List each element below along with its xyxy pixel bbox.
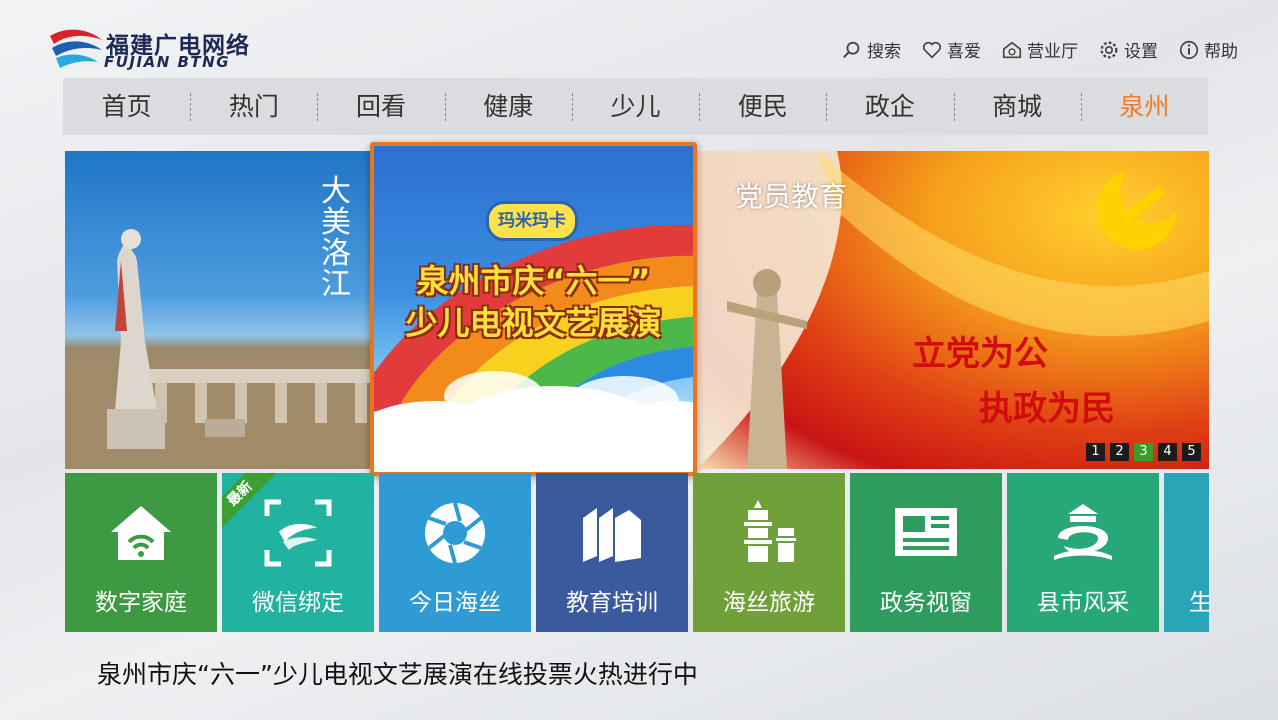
- carousel-pager: 1 2 3 4 5: [1086, 443, 1201, 461]
- logo-wing-icon: [50, 29, 102, 68]
- home-wifi-icon: [111, 506, 171, 560]
- title-char: 洛: [321, 236, 351, 271]
- title-char: 江: [321, 267, 351, 302]
- pagoda-icon: [744, 500, 796, 562]
- nav-home[interactable]: 首页: [63, 78, 190, 135]
- tile-wechat-bind[interactable]: 最新 微信绑定: [222, 473, 374, 632]
- party-slogan-line1: 立党为公: [912, 334, 1048, 374]
- tile-maritime-silk-travel[interactable]: 海丝旅游: [693, 473, 845, 632]
- gear-icon: [1100, 41, 1118, 58]
- featured-caption: 泉州市庆“六一”少儿电视文艺展演在线投票火热进行中: [97, 660, 698, 689]
- aperture-icon: [425, 502, 485, 564]
- help-label: 帮助: [1204, 42, 1238, 62]
- nav-hot[interactable]: 热门: [190, 78, 317, 135]
- service-hall-label: 营业厅: [1027, 42, 1078, 62]
- banner-panel-party-education[interactable]: 党员教育 立党为公 执政为民 1 2 3 4 5: [697, 151, 1209, 469]
- party-education-tag: 党员教育: [735, 180, 848, 213]
- settings-label: 设置: [1124, 42, 1158, 62]
- favorites-link[interactable]: 喜爱: [921, 37, 981, 62]
- hall-icon: [1002, 41, 1022, 58]
- nav-government[interactable]: 政企: [826, 78, 953, 135]
- tile-label: 生: [1189, 590, 1209, 616]
- title-char: 大: [321, 174, 351, 209]
- tile-label: 政务视窗: [880, 590, 972, 616]
- banner-panel-luojiang[interactable]: 大 美 洛 江: [65, 151, 371, 469]
- show-title-line2: 少儿电视文艺展演: [405, 304, 662, 342]
- main-nav: 首页 热门 回看 健康 少儿 便民 政企 商城 泉州: [63, 78, 1208, 135]
- nav-replay[interactable]: 回看: [317, 78, 444, 135]
- help-link[interactable]: 帮助: [1178, 37, 1238, 62]
- pager-dot[interactable]: 4: [1158, 443, 1177, 461]
- tile-education-training[interactable]: 教育培训: [536, 473, 688, 632]
- pager-dot[interactable]: 2: [1110, 443, 1129, 461]
- tile-label: 微信绑定: [252, 590, 344, 616]
- nav-mall[interactable]: 商城: [953, 78, 1081, 135]
- banner-luojiang-title: 大 美 洛 江: [319, 176, 353, 300]
- tile-label: 教育培训: [566, 590, 658, 616]
- pager-dot-active[interactable]: 3: [1134, 443, 1153, 461]
- featured-kids-show-card[interactable]: 玛米玛卡 泉州市庆“六一” 少儿电视文艺展演: [370, 142, 697, 476]
- news-icon: [895, 508, 957, 556]
- tile-label: 今日海丝: [409, 590, 501, 616]
- nav-quanzhou[interactable]: 泉州: [1080, 78, 1208, 135]
- pager-dot[interactable]: 1: [1086, 443, 1105, 461]
- info-icon: [1179, 40, 1199, 59]
- tile-digital-home[interactable]: 数字家庭: [65, 473, 217, 632]
- service-hall-link[interactable]: 营业厅: [1001, 37, 1078, 62]
- show-title-line1: 泉州市庆“六一”: [416, 262, 651, 300]
- logo-english: FUJIAN BTNG: [104, 53, 231, 71]
- nav-kids[interactable]: 少儿: [571, 78, 699, 135]
- category-tiles: 数字家庭 最新 微信绑定 今日海丝 教育培训 海丝旅游 政务视窗 县市风采 生: [65, 473, 1209, 632]
- search-label: 搜索: [867, 42, 901, 62]
- scan-icon: [264, 499, 332, 567]
- party-slogan-line2: 执政为民: [979, 389, 1115, 429]
- nav-services[interactable]: 便民: [699, 78, 826, 135]
- heart-icon: [922, 41, 942, 59]
- landmark-icon: [1054, 504, 1112, 560]
- nav-health[interactable]: 健康: [444, 78, 572, 135]
- tile-today-maritime-silk[interactable]: 今日海丝: [379, 473, 531, 632]
- show-brand-logo: 玛米玛卡: [486, 201, 578, 241]
- search-link[interactable]: 搜索: [841, 37, 901, 62]
- title-char: 美: [321, 205, 351, 240]
- search-icon: [843, 41, 860, 58]
- settings-link[interactable]: 设置: [1098, 37, 1158, 62]
- tile-partial-next[interactable]: 生: [1164, 473, 1209, 632]
- tile-label: 县市风采: [1037, 590, 1129, 616]
- brand-logo: 福建广电网络 FUJIAN BTNG: [48, 22, 278, 72]
- tile-government-window[interactable]: 政务视窗: [850, 473, 1002, 632]
- favorites-label: 喜爱: [947, 42, 981, 62]
- pager-dot[interactable]: 5: [1182, 443, 1201, 461]
- books-icon: [583, 508, 641, 562]
- top-links: 搜索 喜爱 营业厅 设置 帮助: [841, 37, 1238, 62]
- tile-county-city[interactable]: 县市风采: [1007, 473, 1159, 632]
- tile-label: 海丝旅游: [723, 590, 815, 616]
- tile-label: 数字家庭: [95, 590, 187, 616]
